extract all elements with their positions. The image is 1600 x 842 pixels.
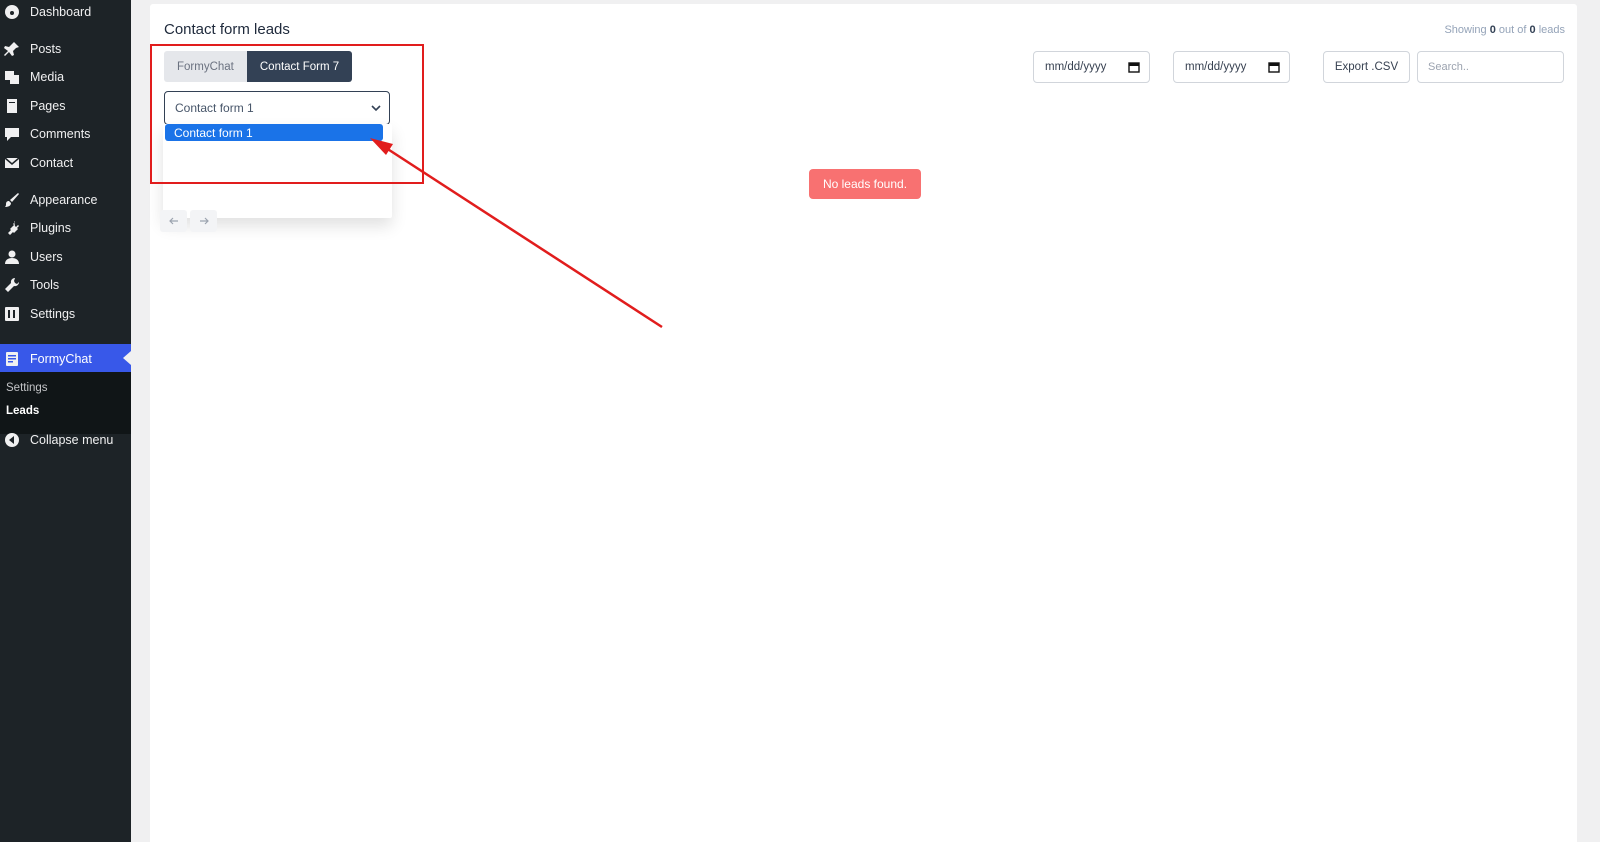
showing-count: Showing 0 out of 0 leads [1444,24,1565,36]
calendar-icon[interactable] [1128,61,1140,73]
sidebar-item-comments[interactable]: Comments [0,120,131,148]
source-tabs: FormyChat Contact Form 7 [164,51,353,82]
collapse-menu-button[interactable]: Collapse menu [0,426,131,454]
pin-icon [4,41,20,57]
showing-prefix: Showing [1444,24,1487,36]
sidebar-item-label: Posts [30,42,62,56]
mail-icon [4,155,20,171]
sidebar-item-media[interactable]: Media [0,63,131,91]
sidebar-item-label: Users [30,250,63,264]
export-csv-button[interactable]: Export .CSV [1323,51,1410,83]
media-icon [4,69,20,85]
leads-panel: Contact form leads Showing 0 out of 0 le… [150,4,1577,842]
dashboard-icon [4,4,20,20]
form-select[interactable]: Contact form 1 [164,91,390,125]
date-from-input[interactable]: mm/dd/yyyy [1033,51,1150,83]
showing-middle: out of [1498,24,1527,36]
date-from-placeholder: mm/dd/yyyy [1045,61,1107,73]
settings-icon [4,306,20,322]
sidebar-item-label: Settings [30,307,76,321]
sidebar-item-label: Tools [30,278,60,292]
prev-page-button[interactable] [160,210,187,232]
form-select-dropdown: Contact form 1 [163,124,392,218]
formychat-submenu: Settings Leads [0,372,131,434]
sidebar-item-plugins[interactable]: Plugins [0,214,131,242]
collapse-menu-label: Collapse menu [30,433,114,447]
sidebar-item-label: Pages [30,99,66,113]
admin-sidebar: Dashboard Posts Media Pages Comments Con… [0,0,131,842]
user-icon [4,249,20,265]
date-to-input[interactable]: mm/dd/yyyy [1173,51,1290,83]
arrow-right-icon [199,217,209,225]
collapse-icon [4,432,20,448]
chevron-down-icon [371,105,381,112]
wrench-icon [4,277,20,293]
sidebar-item-tools[interactable]: Tools [0,271,131,299]
sidebar-item-label: Comments [30,127,91,141]
formychat-icon [4,351,20,367]
calendar-icon[interactable] [1268,61,1280,73]
no-leads-message: No leads found. [809,169,921,199]
plug-icon [4,220,20,236]
sidebar-item-label: Appearance [30,193,98,207]
arrow-left-icon [168,217,178,225]
form-select-value: Contact form 1 [175,101,254,115]
sidebar-item-posts[interactable]: Posts [0,35,131,63]
page-title: Contact form leads [164,21,290,38]
date-to-placeholder: mm/dd/yyyy [1185,61,1247,73]
sidebar-item-label: Contact [30,156,74,170]
showing-total: 0 [1529,24,1536,36]
sidebar-item-label: FormyChat [30,352,92,366]
submenu-item-settings[interactable]: Settings [6,382,48,394]
showing-shown: 0 [1489,24,1496,36]
pages-icon [4,98,20,114]
brush-icon [4,192,20,208]
sidebar-item-users[interactable]: Users [0,243,131,271]
tab-contact-form-7[interactable]: Contact Form 7 [246,51,353,82]
showing-suffix: leads [1538,24,1565,36]
form-select-option[interactable]: Contact form 1 [165,124,383,141]
sidebar-item-settings[interactable]: Settings [0,300,131,328]
sidebar-item-label: Dashboard [30,5,92,19]
sidebar-item-pages[interactable]: Pages [0,92,131,120]
tab-formychat[interactable]: FormyChat [164,51,247,82]
sidebar-item-label: Plugins [30,221,71,235]
sidebar-item-dashboard[interactable]: Dashboard [0,0,131,26]
sidebar-item-appearance[interactable]: Appearance [0,186,131,214]
sidebar-item-label: Media [30,70,65,84]
sidebar-item-contact[interactable]: Contact [0,149,131,177]
comment-icon [4,126,20,142]
search-input[interactable] [1417,51,1564,83]
sidebar-item-formychat[interactable]: FormyChat [0,344,131,374]
submenu-item-leads[interactable]: Leads [6,405,39,417]
next-page-button[interactable] [190,210,217,232]
